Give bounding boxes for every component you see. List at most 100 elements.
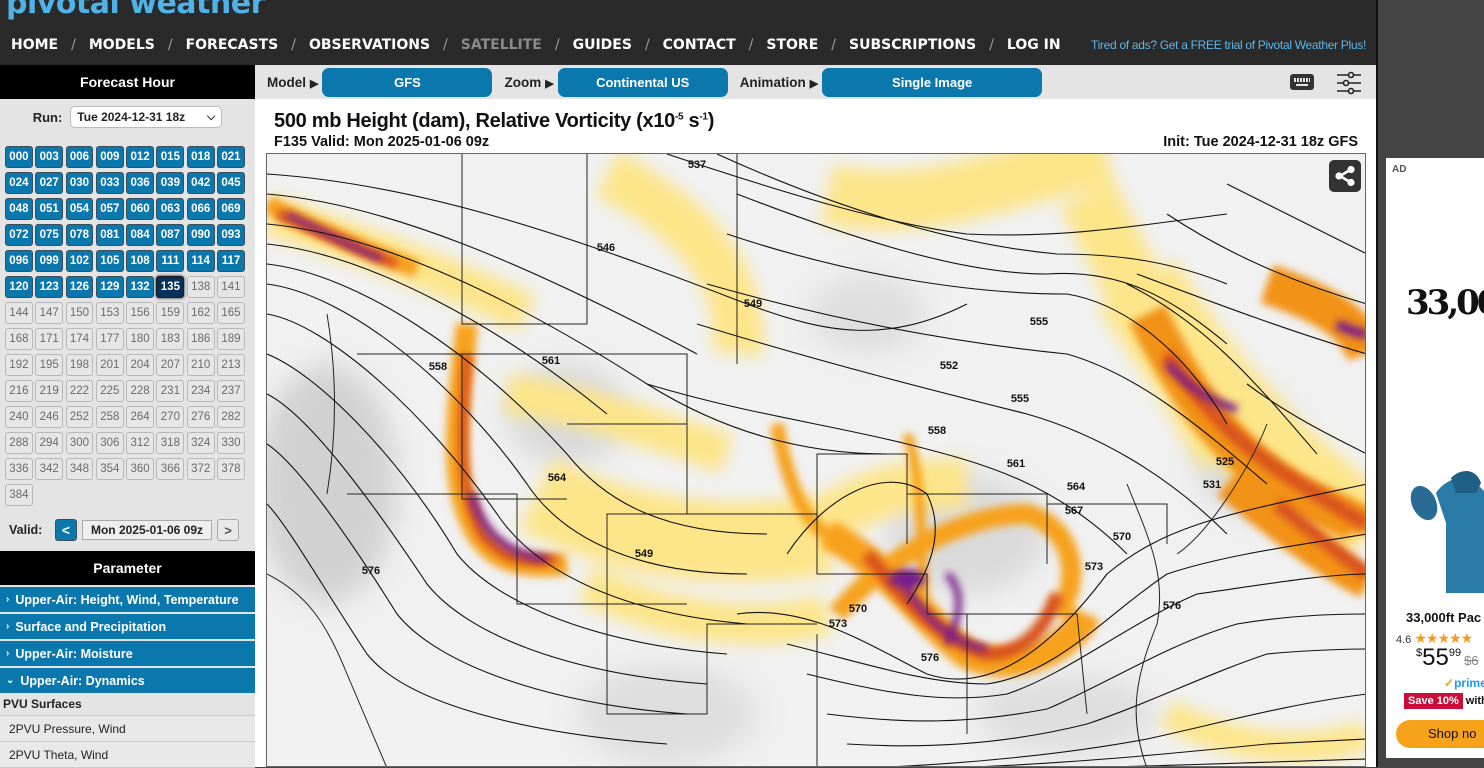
forecast-hour-button-unavailable[interactable]: 294 — [35, 432, 64, 454]
forecast-hour-button-unavailable[interactable]: 318 — [156, 432, 185, 454]
forecast-map[interactable]: 576 537 546 549 555 558 561 564 549 552 555 558 561 5… — [266, 153, 1366, 767]
forecast-hour-button[interactable]: 117 — [217, 250, 245, 272]
nav-home[interactable]: HOME — [11, 37, 58, 53]
forecast-hour-button-unavailable[interactable]: 384 — [5, 484, 33, 506]
forecast-hour-button[interactable]: 075 — [35, 224, 64, 246]
forecast-hour-button-unavailable[interactable]: 258 — [95, 406, 124, 428]
forecast-hour-button-unavailable[interactable]: 210 — [186, 354, 215, 376]
forecast-hour-button-unavailable[interactable]: 312 — [126, 432, 154, 454]
forecast-hour-button[interactable]: 051 — [35, 198, 64, 220]
forecast-hour-button-unavailable[interactable]: 171 — [35, 328, 64, 350]
forecast-hour-button[interactable]: 021 — [217, 146, 245, 168]
forecast-hour-button-unavailable[interactable]: 252 — [65, 406, 94, 428]
forecast-hour-button-unavailable[interactable]: 264 — [126, 406, 154, 428]
forecast-hour-button[interactable]: 060 — [126, 198, 154, 220]
site-logo[interactable]: pivotal weather — [6, 0, 265, 21]
forecast-hour-button-unavailable[interactable]: 198 — [65, 354, 94, 376]
forecast-hour-button-unavailable[interactable]: 342 — [35, 458, 64, 480]
forecast-hour-button[interactable]: 099 — [35, 250, 64, 272]
forecast-hour-button[interactable]: 063 — [156, 198, 185, 220]
parameter-category[interactable]: › Upper-Air: Height, Wind, Temperature — [0, 587, 255, 612]
forecast-hour-button-unavailable[interactable]: 189 — [217, 328, 245, 350]
forecast-hour-button-unavailable[interactable]: 234 — [186, 380, 215, 402]
forecast-hour-button[interactable]: 036 — [126, 172, 154, 194]
forecast-hour-button-unavailable[interactable]: 195 — [35, 354, 64, 376]
shop-now-button[interactable]: Shop no — [1396, 720, 1484, 748]
forecast-hour-button[interactable]: 027 — [35, 172, 64, 194]
forecast-hour-button[interactable]: 123 — [35, 276, 64, 298]
forecast-hour-button-unavailable[interactable]: 183 — [156, 328, 185, 350]
nav-forecasts[interactable]: FORECASTS — [186, 37, 279, 53]
share-button[interactable] — [1329, 160, 1361, 192]
forecast-hour-button[interactable]: 048 — [5, 198, 33, 220]
forecast-hour-button-unavailable[interactable]: 204 — [126, 354, 154, 376]
parameter-item[interactable]: 2PVU Pressure, Wind — [0, 716, 255, 742]
nav-observations[interactable]: OBSERVATIONS — [309, 37, 430, 53]
forecast-hour-button[interactable]: 120 — [5, 276, 33, 298]
forecast-hour-button-unavailable[interactable]: 270 — [156, 406, 185, 428]
forecast-hour-button-unavailable[interactable]: 282 — [217, 406, 245, 428]
forecast-hour-button[interactable]: 045 — [217, 172, 245, 194]
forecast-hour-button[interactable]: 111 — [156, 250, 185, 272]
forecast-hour-button-unavailable[interactable]: 354 — [95, 458, 124, 480]
forecast-hour-button[interactable]: 090 — [186, 224, 215, 246]
forecast-hour-button-unavailable[interactable]: 186 — [186, 328, 215, 350]
forecast-hour-button[interactable]: 000 — [5, 146, 33, 168]
forecast-hour-button-unavailable[interactable]: 300 — [65, 432, 94, 454]
forecast-hour-button-unavailable[interactable]: 153 — [95, 302, 124, 324]
model-select-button[interactable]: GFS — [322, 67, 493, 97]
forecast-hour-button-unavailable[interactable]: 147 — [35, 302, 64, 324]
forecast-hour-button[interactable]: 081 — [95, 224, 124, 246]
forecast-hour-button-unavailable[interactable]: 324 — [186, 432, 215, 454]
forecast-hour-button-unavailable[interactable]: 168 — [5, 328, 33, 350]
forecast-hour-button-unavailable[interactable]: 330 — [217, 432, 245, 454]
forecast-hour-button[interactable]: 114 — [186, 250, 215, 272]
forecast-hour-button[interactable]: 105 — [95, 250, 124, 272]
forecast-hour-button[interactable]: 072 — [5, 224, 33, 246]
forecast-hour-button-current[interactable]: 135 — [156, 276, 185, 298]
previous-hour-button[interactable]: < — [55, 519, 77, 541]
forecast-hour-button[interactable]: 039 — [156, 172, 185, 194]
forecast-hour-button-unavailable[interactable]: 213 — [217, 354, 245, 376]
forecast-hour-button-unavailable[interactable]: 228 — [126, 380, 154, 402]
forecast-hour-button[interactable]: 102 — [65, 250, 94, 272]
forecast-hour-button-unavailable[interactable]: 192 — [5, 354, 33, 376]
advertisement[interactable]: AD 33,000 33,000ft Pac 4.6 ★★★★★ $5599$6… — [1386, 158, 1484, 758]
forecast-hour-button[interactable]: 129 — [95, 276, 124, 298]
forecast-hour-button[interactable]: 003 — [35, 146, 64, 168]
keyboard-shortcuts-icon[interactable] — [1290, 74, 1314, 90]
forecast-hour-button-unavailable[interactable]: 162 — [186, 302, 215, 324]
plus-promo-link[interactable]: Tired of ads? Get a FREE trial of Pivota… — [1091, 38, 1366, 52]
parameter-category[interactable]: › Upper-Air: Moisture — [0, 641, 255, 666]
forecast-hour-button[interactable]: 084 — [126, 224, 154, 246]
forecast-hour-button-unavailable[interactable]: 360 — [126, 458, 154, 480]
forecast-hour-button-unavailable[interactable]: 156 — [126, 302, 154, 324]
forecast-hour-button[interactable]: 024 — [5, 172, 33, 194]
forecast-hour-button-unavailable[interactable]: 306 — [95, 432, 124, 454]
nav-subscriptions[interactable]: SUBSCRIPTIONS — [849, 37, 976, 53]
forecast-hour-button-unavailable[interactable]: 159 — [156, 302, 185, 324]
forecast-hour-button-unavailable[interactable]: 237 — [217, 380, 245, 402]
nav-satellite[interactable]: SATELLITE — [461, 37, 542, 53]
forecast-hour-button[interactable]: 015 — [156, 146, 185, 168]
forecast-hour-button-unavailable[interactable]: 180 — [126, 328, 154, 350]
nav-store[interactable]: STORE — [766, 37, 818, 53]
forecast-hour-button[interactable]: 069 — [217, 198, 245, 220]
forecast-hour-button-unavailable[interactable]: 366 — [156, 458, 185, 480]
forecast-hour-button[interactable]: 096 — [5, 250, 33, 272]
parameter-category[interactable]: › Surface and Precipitation — [0, 614, 255, 639]
forecast-hour-button-unavailable[interactable]: 348 — [65, 458, 94, 480]
forecast-hour-button-unavailable[interactable]: 201 — [95, 354, 124, 376]
nav-guides[interactable]: GUIDES — [573, 37, 632, 53]
forecast-hour-button[interactable]: 126 — [65, 276, 94, 298]
settings-sliders-icon[interactable] — [1336, 71, 1362, 95]
parameter-category[interactable]: ⌄ Upper-Air: Dynamics — [0, 668, 255, 693]
forecast-hour-button[interactable]: 018 — [186, 146, 215, 168]
forecast-hour-button[interactable]: 093 — [217, 224, 245, 246]
forecast-hour-button-unavailable[interactable]: 165 — [217, 302, 245, 324]
forecast-hour-button-unavailable[interactable]: 138 — [186, 276, 215, 298]
nav-log-in[interactable]: LOG IN — [1007, 37, 1061, 53]
forecast-hour-button[interactable]: 078 — [65, 224, 94, 246]
forecast-hour-button-unavailable[interactable]: 288 — [5, 432, 33, 454]
forecast-hour-button[interactable]: 006 — [65, 146, 94, 168]
